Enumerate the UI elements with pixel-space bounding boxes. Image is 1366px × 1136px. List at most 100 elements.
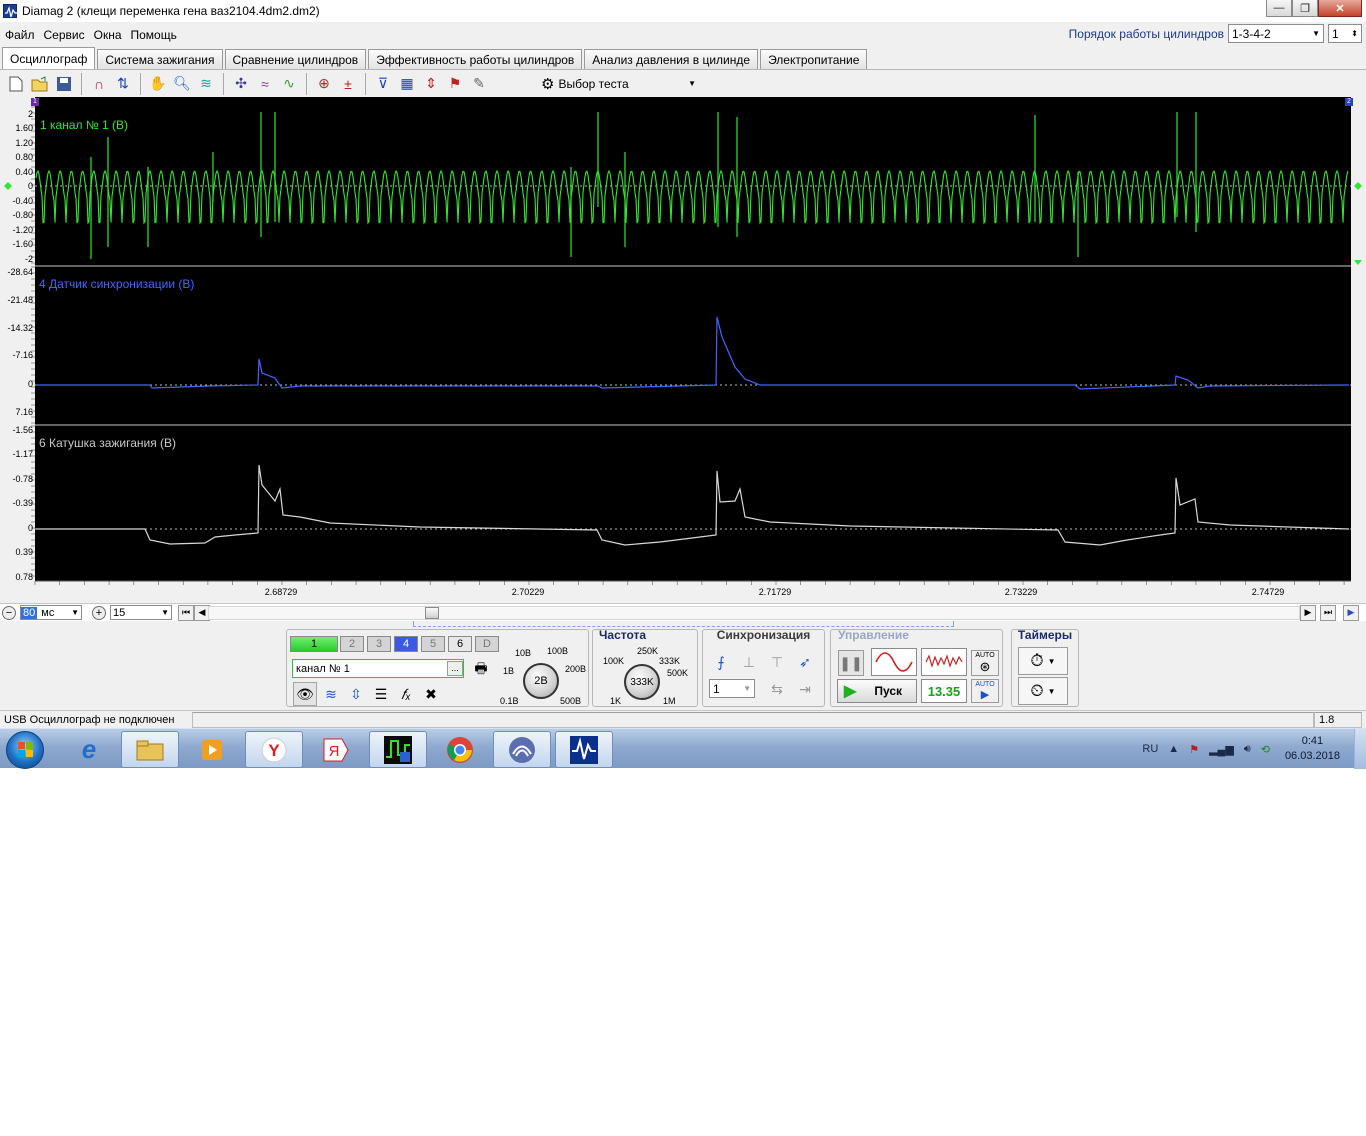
rising-edge-icon[interactable]: ⨍ <box>709 650 733 674</box>
open-folder-icon[interactable] <box>28 72 52 96</box>
flag-icon[interactable]: ⚑ <box>443 72 467 96</box>
new-file-icon[interactable] <box>4 72 28 96</box>
cursor-measure-icon[interactable]: ⇅ <box>111 72 135 96</box>
table-icon[interactable]: ▦ <box>395 72 419 96</box>
zero-level-icon[interactable]: ± <box>336 72 360 96</box>
chrome-taskbar-icon[interactable] <box>431 731 489 768</box>
language-indicator[interactable]: RU <box>1142 743 1158 755</box>
time-scrollbar[interactable] <box>208 606 1300 620</box>
sine-mode-icon[interactable] <box>871 648 917 676</box>
channel-button-4[interactable]: 4 <box>394 636 418 652</box>
zoom-icon[interactable]: 🔍︎ <box>170 72 194 96</box>
menu-file[interactable]: Файл <box>0 28 39 42</box>
marker-right[interactable]: 2 <box>1345 98 1353 106</box>
explorer-taskbar-icon[interactable] <box>121 731 179 768</box>
split-icon[interactable]: ✣ <box>229 72 253 96</box>
level-up-icon[interactable]: ⊥ <box>737 650 761 674</box>
marker-left[interactable]: 1 <box>31 98 39 106</box>
tab-power-supply[interactable]: Электропитание <box>760 49 868 69</box>
filter-icon[interactable]: ⊽ <box>371 72 395 96</box>
auto-trigger-icon[interactable]: ⊕ <box>312 72 336 96</box>
zoom-factor-select[interactable]: 15 ▼ <box>110 605 172 620</box>
signal-icon[interactable]: ▂▄▆ <box>1209 743 1234 756</box>
channel-button-2[interactable]: 2 <box>340 636 364 652</box>
auto-scale-icon[interactable]: ≋ <box>194 72 218 96</box>
voltage-knob[interactable]: 2В <box>523 663 559 699</box>
menu-help[interactable]: Помощь <box>126 28 181 42</box>
channel-name-more-button[interactable]: ... <box>447 661 463 676</box>
cylinder-select[interactable]: 1 ⬍ <box>1328 24 1362 43</box>
diamag-taskbar-icon[interactable] <box>555 731 613 768</box>
sync-channel-select[interactable]: 1 ▼ <box>709 679 755 698</box>
ie-taskbar-icon[interactable]: e <box>60 731 118 768</box>
hand-pan-icon[interactable]: ✋ <box>146 72 170 96</box>
start-button[interactable] <box>6 731 44 769</box>
pause-icon[interactable]: ❚❚ <box>838 650 864 676</box>
probe-icon[interactable]: ∩ <box>87 72 111 96</box>
channel-name-field[interactable]: канал № 1 ... <box>292 659 464 678</box>
media-player-taskbar-icon[interactable] <box>183 731 241 768</box>
time-scale-select[interactable]: 80 мс ▼ <box>20 605 82 620</box>
tools-icon[interactable]: ✖ <box>419 682 443 706</box>
play-forward-icon[interactable]: ▶ <box>1343 604 1359 621</box>
minimize-button[interactable]: — <box>1266 0 1292 17</box>
yandex-taskbar-icon[interactable]: Я <box>307 731 365 768</box>
time-bar: − 80 мс ▼ + 15 ▼ ⏮ ◀ ▶ ⏭ ▶ <box>0 603 1366 621</box>
action-center-flag-icon[interactable]: ⚑ <box>1189 743 1199 756</box>
scroll-thumb[interactable] <box>425 607 439 619</box>
channel-button-6[interactable]: 6 <box>448 636 472 652</box>
pointer-sync-icon[interactable]: ➶ <box>793 650 817 674</box>
grid-lines-icon[interactable]: ☰ <box>369 682 393 706</box>
menu-service[interactable]: Сервис <box>39 28 89 42</box>
channel-button-1[interactable]: 1 <box>290 636 338 652</box>
volume-icon[interactable]: 🔊︎ <box>1244 743 1251 756</box>
level-down-icon[interactable]: ⊤ <box>765 650 789 674</box>
save-icon[interactable] <box>52 72 76 96</box>
tab-cylinder-compare[interactable]: Сравнение цилиндров <box>224 49 367 69</box>
tab-ignition-system[interactable]: Система зажигания <box>97 49 223 69</box>
frequency-knob[interactable]: 333K <box>624 664 660 700</box>
tab-oscilloscope[interactable]: Осциллограф <box>2 47 96 69</box>
function-icon[interactable]: 𝑓ₓ <box>394 682 418 706</box>
tab-cylinder-pressure[interactable]: Анализ давления в цилинде <box>584 49 759 69</box>
start-button[interactable]: ▶ Пуск <box>837 679 917 703</box>
wave-stack-icon[interactable]: ≈ <box>253 72 277 96</box>
tab-cylinder-efficiency[interactable]: Эффективность работы цилиндров <box>368 49 583 69</box>
status-bar: USB Осциллограф не подключен 1.8 <box>0 710 1366 728</box>
channel-button-5[interactable]: 5 <box>421 636 445 652</box>
menu-windows[interactable]: Окна <box>89 28 126 42</box>
noise-mode-icon[interactable] <box>921 648 967 676</box>
channel-button-3[interactable]: 3 <box>367 636 391 652</box>
expand-icon[interactable]: ⇆ <box>765 677 789 701</box>
note-icon[interactable]: ✎ <box>467 72 491 96</box>
maximize-button[interactable]: ❐ <box>1292 0 1318 17</box>
offset-icon[interactable]: ⇳ <box>344 682 368 706</box>
clock[interactable]: 0:41 06.03.2018 <box>1285 734 1340 764</box>
level-icon[interactable]: ⇕ <box>419 72 443 96</box>
close-button[interactable]: ✕ <box>1318 0 1362 17</box>
show-desktop-button[interactable] <box>1354 729 1366 769</box>
test-select[interactable]: ⚙ Выбор теста ▼ <box>541 73 696 95</box>
zoom-in-icon[interactable]: + <box>92 605 106 620</box>
cylinder-order-select[interactable]: 1-3-4-2 ▼ <box>1228 24 1324 43</box>
time-scale-unit: мс <box>41 606 55 619</box>
eye-icon[interactable]: 👁︎ <box>293 682 317 706</box>
diag-app-taskbar-icon[interactable] <box>369 731 427 768</box>
go-end-icon[interactable]: ⏭ <box>1320 604 1336 621</box>
wave-overlay-icon[interactable]: ∿ <box>277 72 301 96</box>
go-start-icon[interactable]: ⏮ <box>178 604 194 621</box>
timer-start-button[interactable]: ⏱ ▼ <box>1018 647 1068 675</box>
satellite-app-taskbar-icon[interactable] <box>493 731 551 768</box>
network-icon[interactable]: ⟲ <box>1261 743 1270 756</box>
invert-wave-icon[interactable]: ≋ <box>319 682 343 706</box>
timer-stop-button[interactable]: ⏲ ▼ <box>1018 677 1068 705</box>
collapse-icon[interactable]: ⇥ <box>793 677 817 701</box>
zoom-out-icon[interactable]: − <box>2 605 16 620</box>
step-forward-icon[interactable]: ▶ <box>1300 604 1316 621</box>
yandex-browser-taskbar-icon[interactable]: Y <box>245 731 303 768</box>
auto-run-icon[interactable]: AUTO ▶ <box>971 679 999 703</box>
auto-mode-icon[interactable]: AUTO ⊛ <box>971 650 999 676</box>
channel-settings-icon[interactable]: 🖶︎ <box>469 658 493 682</box>
channel-button-d[interactable]: D <box>475 636 499 652</box>
show-hidden-icons-icon[interactable]: ▲ <box>1168 743 1179 755</box>
